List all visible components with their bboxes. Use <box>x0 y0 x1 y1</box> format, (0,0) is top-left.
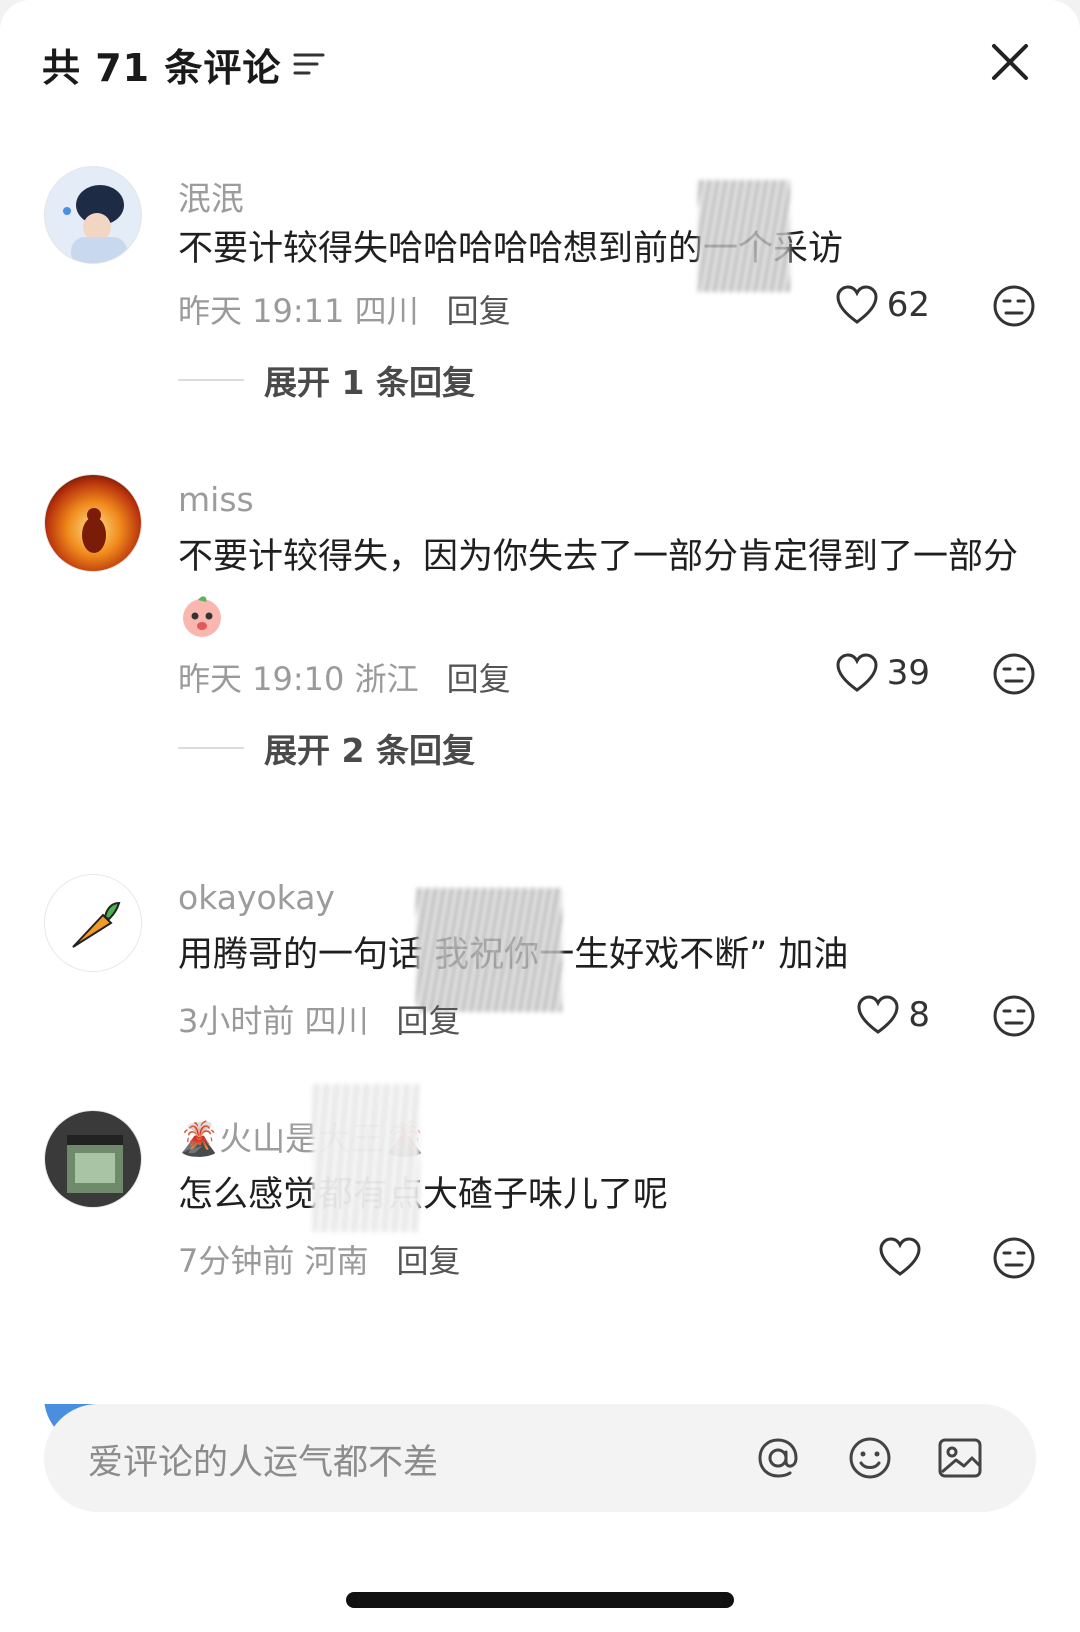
like-count: 8 <box>908 995 930 1035</box>
volcano-icon: 🌋 <box>178 1119 220 1158</box>
dislike-face-icon[interactable] <box>992 994 1036 1038</box>
comment-meta: 3小时前 四川 回复 <box>178 996 461 1042</box>
comment-count-title: 共 71 条评论 <box>42 45 282 90</box>
avatar[interactable] <box>44 166 142 264</box>
reply-button[interactable]: 回复 <box>397 1002 461 1040</box>
divider <box>178 379 244 381</box>
comment-text: 不要计较得失哈哈哈哈哈想到前的一个采访 <box>178 229 844 269</box>
mention-icon[interactable] <box>752 1432 804 1484</box>
filter-icon[interactable] <box>291 49 327 79</box>
reply-button[interactable]: 回复 <box>397 1242 461 1280</box>
avatar[interactable] <box>44 1110 142 1208</box>
comment-input[interactable]: 爱评论的人运气都不差 <box>44 1404 1036 1512</box>
redaction-mark <box>312 1084 420 1232</box>
time-location: 3小时前 四川 <box>178 1002 369 1040</box>
redaction-mark <box>416 888 562 1012</box>
divider <box>178 747 244 749</box>
expand-replies-label: 展开 1 条回复 <box>264 363 475 402</box>
expand-replies-label: 展开 2 条回复 <box>264 731 475 770</box>
like-button[interactable] <box>878 1236 930 1278</box>
like-count: 62 <box>886 285 930 325</box>
expand-replies-button[interactable]: 展开 2 条回复 <box>178 724 475 772</box>
avatar-image <box>45 1111 141 1207</box>
comment-meta: 昨天 19:11 四川 回复 <box>178 286 511 332</box>
comment-username[interactable]: miss <box>178 480 254 519</box>
dislike-face-icon[interactable] <box>992 1236 1036 1280</box>
reply-button[interactable]: 回复 <box>447 292 511 330</box>
comment-username[interactable]: okayokay <box>178 878 335 917</box>
avatar[interactable] <box>44 874 142 972</box>
image-icon[interactable] <box>934 1432 986 1484</box>
dislike-face-icon[interactable] <box>992 284 1036 328</box>
avatar[interactable] <box>44 474 142 572</box>
like-count: 39 <box>886 653 930 693</box>
like-button[interactable]: 62 <box>835 284 930 326</box>
emoji-sticker-icon <box>183 596 221 637</box>
comment-text-content: 不要计较得失，因为你失去了一部分肯定得到了一部分 <box>178 537 1019 577</box>
comment-text: 不要计较得失，因为你失去了一部分肯定得到了一部分 <box>178 526 1033 650</box>
comment-text: 怎么感觉都有点大碴子味儿了呢 <box>178 1175 669 1215</box>
close-icon[interactable] <box>988 40 1032 84</box>
emoji-icon[interactable] <box>844 1432 896 1484</box>
expand-replies-button[interactable]: 展开 1 条回复 <box>178 356 475 404</box>
like-button[interactable]: 8 <box>856 994 930 1036</box>
comment-meta: 7分钟前 河南 回复 <box>178 1236 461 1282</box>
avatar-image <box>45 167 141 263</box>
carrot-avatar-icon <box>45 875 141 971</box>
heart-icon <box>879 1237 921 1276</box>
comment-username[interactable]: 泯泯 <box>178 172 244 220</box>
comments-sheet: 共 71 条评论 泯泯 不要计较得失哈哈哈哈哈想到前的一个采访 昨天 19:11… <box>0 0 1080 1632</box>
comment-meta: 昨天 19:10 浙江 回复 <box>178 654 511 700</box>
reply-button[interactable]: 回复 <box>447 660 511 698</box>
list-fade <box>0 1328 1080 1404</box>
dislike-face-icon[interactable] <box>992 652 1036 696</box>
redaction-mark <box>698 180 790 292</box>
time-location: 7分钟前 河南 <box>178 1242 369 1280</box>
heart-icon <box>836 285 878 324</box>
heart-icon <box>857 995 899 1034</box>
heart-icon <box>836 653 878 692</box>
time-location: 昨天 19:11 四川 <box>178 292 419 330</box>
like-button[interactable]: 39 <box>835 652 930 694</box>
time-location: 昨天 19:10 浙江 <box>178 660 419 698</box>
avatar-image <box>45 475 141 571</box>
comment-text: 用腾哥的一句话 我祝你一生好戏不断” 加油 <box>178 935 849 975</box>
comments-header: 共 71 条评论 <box>42 36 327 92</box>
home-indicator <box>346 1592 734 1608</box>
comment-input-placeholder: 爱评论的人运气都不差 <box>88 1443 439 1483</box>
